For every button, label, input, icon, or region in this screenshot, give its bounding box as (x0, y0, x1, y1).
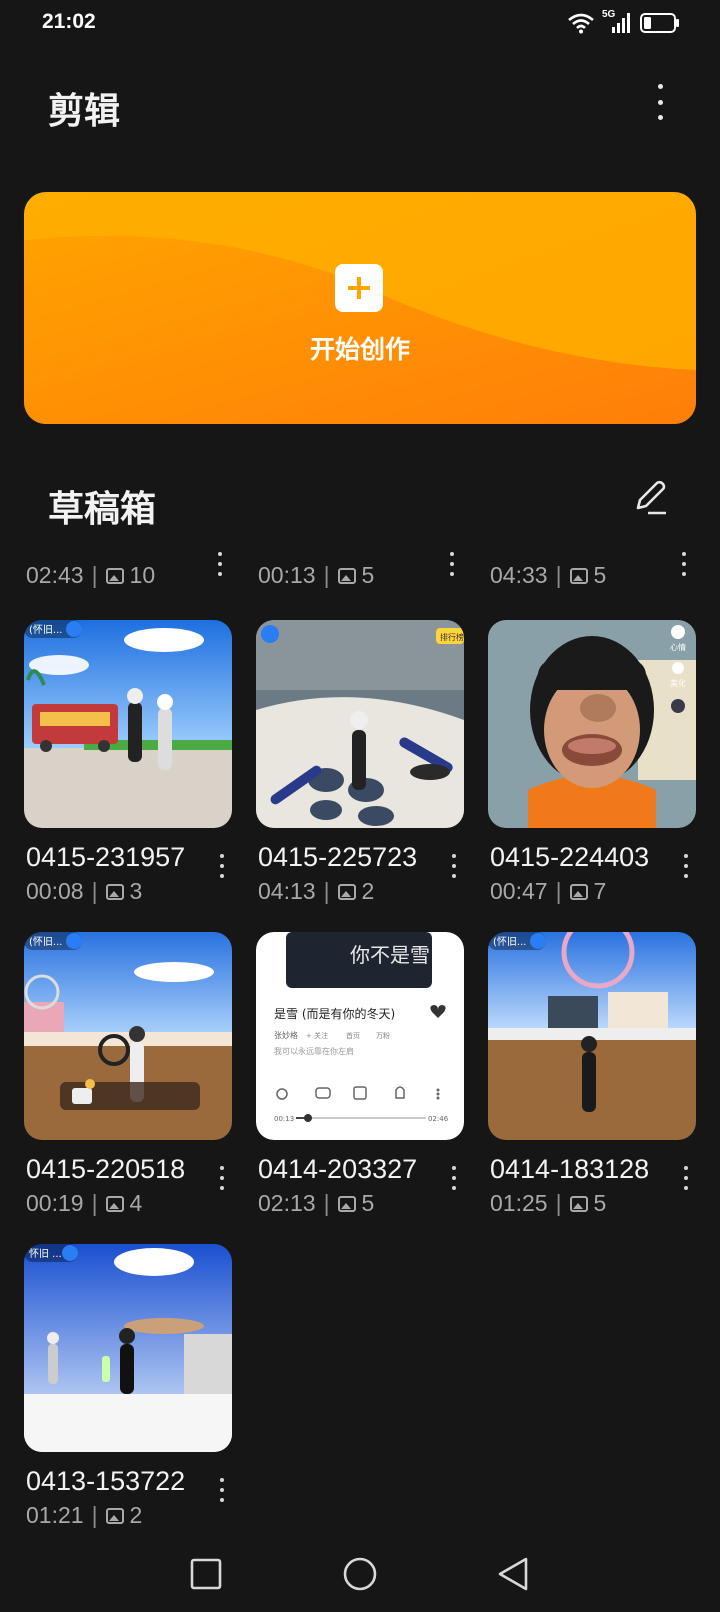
image-count-icon (337, 567, 356, 584)
image-count-icon (569, 1195, 588, 1212)
image-count-icon (105, 883, 124, 900)
svg-text:是雪 (而是有你的冬天): 是雪 (而是有你的冬天) (274, 1006, 395, 1021)
draft-more-button[interactable] (444, 1166, 464, 1190)
status-icons: 5G (568, 9, 680, 34)
draft-thumbnail[interactable]: (怀旧... (24, 620, 232, 828)
draft-more-button[interactable] (210, 552, 230, 576)
home-button[interactable] (342, 1556, 378, 1592)
draft-more-button[interactable] (674, 552, 694, 576)
draft-meta: 01:25 | 5 (490, 1190, 607, 1216)
draft-meta: 00:13 | 5 (258, 562, 375, 588)
draft-name: 0413-153722 (26, 1466, 186, 1496)
image-count-icon (105, 1507, 124, 1524)
image-count-icon (337, 883, 356, 900)
svg-text:00:13: 00:13 (274, 1115, 294, 1123)
svg-text:心情: 心情 (670, 642, 686, 652)
svg-text:张妙格: 张妙格 (274, 1030, 298, 1040)
svg-text:怀旧 ...: 怀旧 ... (29, 1248, 62, 1260)
draft-meta: 04:13 | 2 (258, 878, 375, 904)
svg-text:我可以永远靠在你左肩: 我可以永远靠在你左肩 (274, 1046, 354, 1056)
drafts-title: 草稿箱 (48, 489, 157, 530)
draft-meta: 02:43 | 10 (26, 562, 156, 588)
app-header: 剪辑 (0, 48, 720, 168)
draft-more-button[interactable] (676, 854, 696, 878)
image-count-icon (337, 1195, 356, 1212)
svg-text:排行榜: 排行榜 (440, 632, 464, 642)
svg-text:万粉: 万粉 (376, 1031, 390, 1040)
svg-text:(怀旧...: (怀旧... (29, 624, 62, 636)
draft-more-button[interactable] (444, 854, 464, 878)
wifi-icon (568, 13, 594, 34)
draft-meta: 00:47 | 7 (490, 878, 607, 904)
draft-meta: 00:19 | 4 (26, 1190, 143, 1216)
draft-name: 0415-224403 (490, 842, 650, 872)
draft-meta: 02:13 | 5 (258, 1190, 375, 1216)
image-count-icon (569, 883, 588, 900)
pencil-icon (636, 480, 666, 515)
signal-icon: 5G (602, 9, 632, 34)
image-count-icon (105, 1195, 124, 1212)
svg-text:你不是雪: 你不是雪 (350, 943, 430, 967)
draft-more-button[interactable] (212, 854, 232, 878)
edit-drafts-button[interactable] (630, 478, 670, 518)
draft-meta: 04:33 | 5 (490, 562, 607, 588)
page-title: 剪辑 (48, 91, 121, 132)
svg-text:首页: 首页 (346, 1031, 360, 1040)
plus-icon (335, 264, 383, 312)
svg-text:(怀旧...: (怀旧... (493, 936, 526, 948)
draft-name: 0415-231957 (26, 842, 186, 872)
draft-name: 0415-225723 (258, 842, 418, 872)
draft-more-button[interactable] (212, 1166, 232, 1190)
draft-more-button[interactable] (212, 1478, 232, 1502)
draft-thumbnail[interactable]: 心情 美化 (488, 620, 696, 828)
svg-text:02:46: 02:46 (428, 1115, 449, 1123)
start-create-label: 开始创作 (309, 335, 410, 364)
svg-text:美化: 美化 (670, 678, 686, 688)
draft-name: 0415-220518 (26, 1154, 186, 1184)
draft-thumbnail[interactable]: (怀旧... (488, 932, 696, 1140)
recents-button[interactable] (190, 1558, 222, 1590)
image-count-icon (105, 567, 124, 584)
more-vert-icon (657, 84, 663, 89)
svg-text:+ 关注: + 关注 (306, 1031, 328, 1040)
system-navigation-bar (0, 1536, 720, 1612)
draft-thumbnail[interactable]: (怀旧... (24, 932, 232, 1140)
draft-name: 0414-203327 (258, 1154, 418, 1184)
image-count-icon (569, 567, 588, 584)
svg-text:(怀旧...: (怀旧... (29, 936, 62, 948)
start-create-card[interactable]: 开始创作 (24, 192, 696, 424)
draft-thumbnail[interactable]: 怀旧 ... (24, 1244, 232, 1452)
draft-more-button[interactable] (442, 552, 462, 576)
draft-meta: 00:08 | 3 (26, 878, 143, 904)
draft-thumbnail[interactable]: 你不是雪 是雪 (而是有你的冬天) 张妙格 + 关注 首页 万粉 我可以永远靠在… (256, 932, 464, 1140)
status-bar: 21:02 5G (0, 0, 720, 48)
more-options-button[interactable] (648, 78, 672, 126)
draft-meta: 01:21 | 2 (26, 1502, 143, 1528)
status-time: 21:02 (42, 10, 96, 33)
draft-more-button[interactable] (676, 1166, 696, 1190)
draft-name: 0414-183128 (490, 1154, 650, 1184)
back-button[interactable] (496, 1556, 530, 1592)
draft-thumbnail[interactable]: 排行榜 (256, 620, 464, 828)
battery-icon (640, 13, 679, 33)
